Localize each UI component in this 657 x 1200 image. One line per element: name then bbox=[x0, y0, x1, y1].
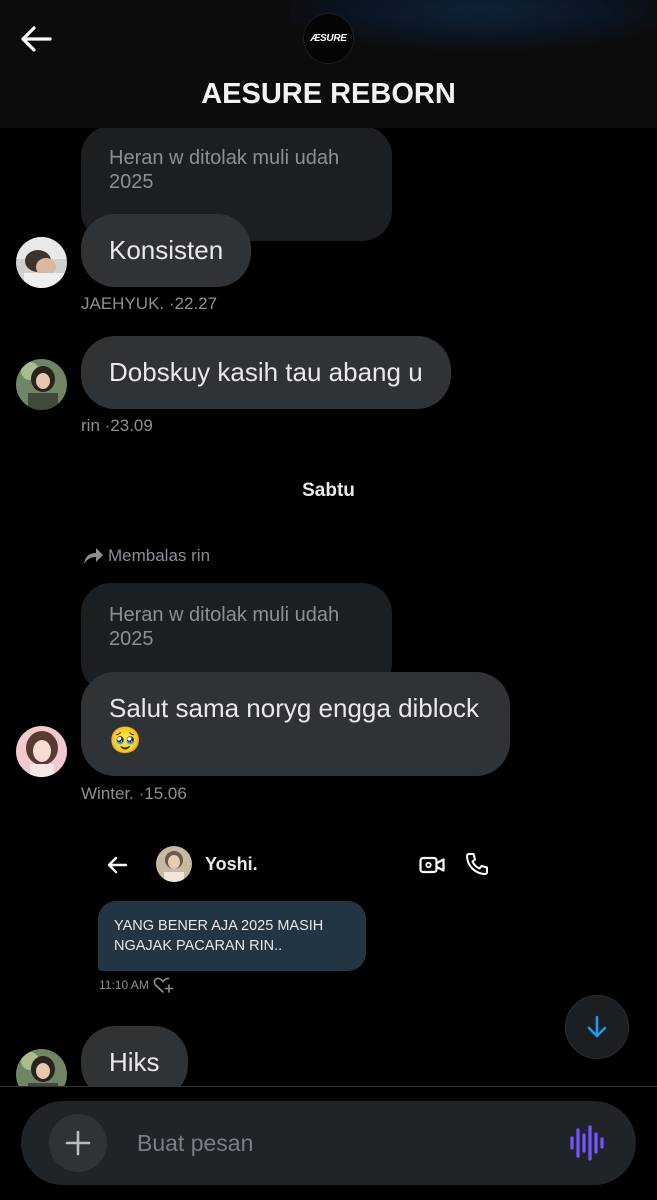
group-logo-text: ÆSURE bbox=[310, 33, 347, 44]
group-logo[interactable]: ÆSURE bbox=[303, 13, 354, 64]
screenshot-back-icon bbox=[104, 852, 130, 878]
reply-indicator-text: Membalas rin bbox=[108, 546, 211, 565]
video-call-icon bbox=[418, 852, 446, 878]
message-time: ·23.09 bbox=[104, 416, 153, 435]
waveform-icon bbox=[570, 1125, 604, 1161]
sender-name[interactable]: Winter. bbox=[81, 784, 134, 803]
screenshot-avatar bbox=[156, 846, 192, 882]
avatar[interactable] bbox=[16, 237, 67, 288]
chat-header: ÆSURE AESURE REBORN bbox=[0, 0, 657, 128]
pleading-face-emoji: 🥹 bbox=[109, 726, 142, 756]
message-bubble[interactable]: Salut sama noryg engga diblock 🥹 bbox=[81, 672, 510, 776]
message-bubble[interactable]: Dobskuy kasih tau abang u bbox=[81, 336, 451, 409]
avatar[interactable] bbox=[16, 726, 67, 777]
back-button[interactable] bbox=[16, 20, 56, 60]
add-reaction-icon bbox=[152, 975, 174, 995]
avatar[interactable] bbox=[16, 359, 67, 410]
arrow-down-icon bbox=[587, 1015, 607, 1038]
message-text: Hiks bbox=[109, 1047, 160, 1077]
reply-arrow-icon bbox=[84, 548, 103, 564]
add-attachment-button[interactable] bbox=[49, 1114, 107, 1172]
screenshot-message-bubble: YANG BENER AJA 2025 MASIH NGAJAK PACARAN… bbox=[98, 901, 366, 971]
message-time: ·22.27 bbox=[168, 294, 218, 313]
screenshot-message-time: 11:10 AM bbox=[99, 978, 149, 992]
message-time: ·15.06 bbox=[138, 784, 187, 803]
message-meta: Winter. ·15.06 bbox=[81, 784, 187, 804]
sender-name[interactable]: JAEHYUK. bbox=[81, 294, 164, 313]
message-meta: JAEHYUK. ·22.27 bbox=[81, 294, 217, 314]
screenshot-contact-name: Yoshi. bbox=[205, 854, 258, 874]
quoted-text: Heran w ditolak muli udah 2025 bbox=[109, 147, 340, 193]
group-title[interactable]: AESURE REBORN bbox=[0, 78, 657, 111]
voice-message-button[interactable] bbox=[566, 1124, 606, 1162]
plus-icon bbox=[65, 1130, 91, 1156]
scroll-to-bottom-button[interactable] bbox=[565, 995, 629, 1059]
arrow-left-icon bbox=[21, 26, 52, 52]
message-text: Konsisten bbox=[109, 235, 224, 265]
day-separator: Sabtu bbox=[302, 480, 355, 501]
sender-name[interactable]: rin bbox=[81, 416, 100, 435]
reply-indicator[interactable]: Membalas rin bbox=[82, 546, 210, 566]
phone-icon bbox=[464, 851, 490, 877]
message-text: Dobskuy kasih tau abang u bbox=[109, 357, 423, 387]
message-meta: rin ·23.09 bbox=[81, 416, 153, 436]
screenshot-message-text: YANG BENER AJA 2025 MASIH NGAJAK PACARAN… bbox=[114, 918, 324, 954]
quoted-text: Heran w ditolak muli udah 2025 bbox=[109, 604, 340, 650]
message-text: Salut sama noryg engga diblock bbox=[109, 693, 480, 723]
message-input[interactable] bbox=[137, 1122, 537, 1164]
message-bubble[interactable]: Konsisten bbox=[81, 214, 252, 287]
